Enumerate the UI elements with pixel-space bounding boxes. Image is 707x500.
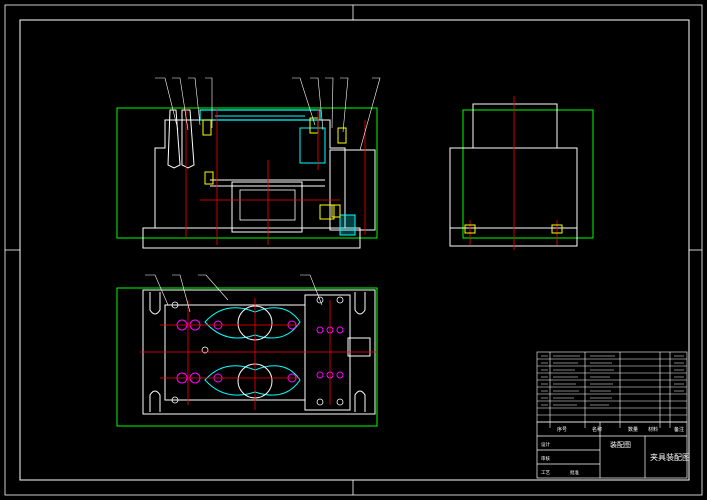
signature-design: 设计 — [541, 441, 550, 448]
cad-drawing-canvas: 序号 名称 数量 材料 备注 装配图 夹具装配图 设计 审核 工艺 批准 — [4, 4, 703, 496]
side-view-body — [449, 147, 578, 229]
signature-approve: 批准 — [570, 469, 579, 476]
signature-process: 工艺 — [541, 470, 550, 476]
plan-view — [116, 274, 378, 427]
top-cover — [199, 109, 321, 121]
centering-marks — [5, 5, 702, 495]
side-view-centerlines — [469, 96, 558, 250]
signature-review: 审核 — [541, 455, 550, 462]
plan-inner-frame — [164, 304, 306, 401]
lower-slide — [231, 181, 303, 233]
left-clamp-arm — [167, 109, 181, 169]
plan-holes — [171, 296, 344, 406]
left-clamp-arm-2 — [181, 109, 195, 169]
sheet-outer-border — [4, 4, 703, 496]
parts-list-entries — [541, 355, 684, 406]
side-view — [449, 96, 594, 250]
plan-view-envelope — [116, 287, 378, 427]
column-header-remark: 备注 — [674, 426, 684, 433]
side-view-top-block — [472, 103, 558, 149]
column-header-no: 序号 — [557, 426, 567, 433]
column-header-name: 名称 — [592, 426, 602, 433]
side-view-envelope — [462, 109, 594, 239]
plan-knob — [347, 337, 371, 357]
drawing-title: 夹具装配图 — [650, 452, 690, 462]
plan-leaders — [145, 274, 323, 313]
lower-slide-inner — [239, 189, 296, 221]
side-view-base — [449, 227, 578, 247]
parts-list — [536, 351, 688, 428]
sheet-label: 装配图 — [610, 440, 631, 449]
hatched-section — [339, 214, 356, 236]
column-header-material: 材料 — [648, 426, 658, 433]
body-outline — [154, 119, 346, 228]
front-view — [116, 77, 381, 249]
plan-fasteners — [176, 319, 344, 384]
side-view-bolts — [464, 224, 563, 234]
column-header-qty: 数量 — [628, 426, 638, 433]
plan-slide-block — [304, 294, 351, 411]
